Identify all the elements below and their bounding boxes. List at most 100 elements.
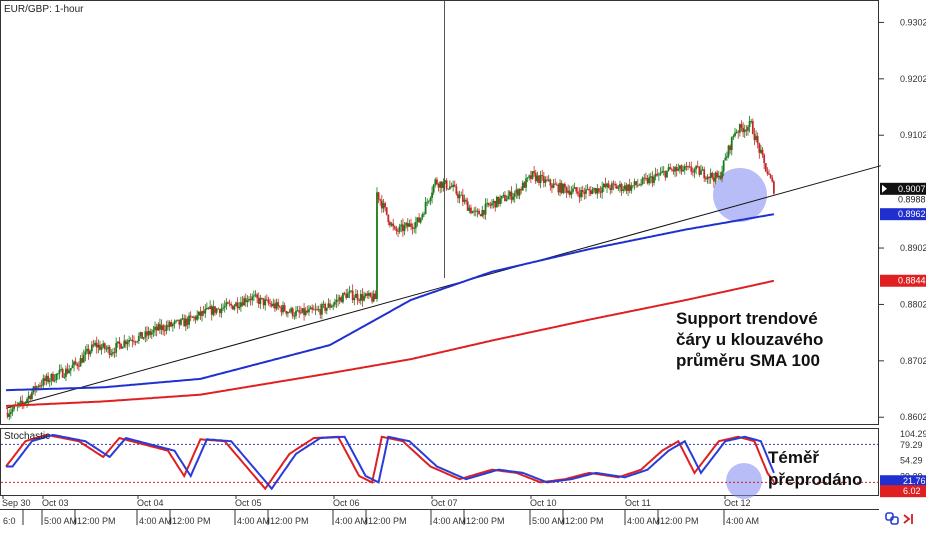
candle-body xyxy=(772,181,775,194)
candle-body xyxy=(345,293,348,298)
candle-body xyxy=(418,217,420,223)
candle-body xyxy=(112,352,114,354)
candle-body xyxy=(204,308,207,314)
time-label: 4:00 AM xyxy=(237,516,270,526)
candle-body xyxy=(189,315,192,317)
candle-body xyxy=(155,326,158,331)
candle-body xyxy=(176,319,179,321)
candle-body xyxy=(47,375,50,382)
candle-body xyxy=(105,348,108,350)
date-label: Oct 05 xyxy=(235,498,262,508)
date-label: Oct 12 xyxy=(724,498,751,508)
candle-body xyxy=(252,295,255,297)
candle-body xyxy=(622,189,625,191)
candle-body xyxy=(201,311,203,316)
candle-body xyxy=(641,177,644,184)
candle-body xyxy=(131,339,134,342)
candle-body xyxy=(768,173,770,175)
candle-body xyxy=(214,306,216,313)
time-label: 5:00 AM xyxy=(532,516,565,526)
candle-body xyxy=(84,351,87,355)
candle-body xyxy=(306,310,309,313)
candle-body xyxy=(766,171,769,174)
candle-body xyxy=(364,293,367,297)
candle-body xyxy=(679,165,681,169)
candle-body xyxy=(508,191,511,196)
candle-body xyxy=(332,304,335,307)
candle-body xyxy=(461,194,464,202)
price-tag-label: 0.8844 xyxy=(898,276,926,286)
candle-body xyxy=(562,183,565,193)
candle-body xyxy=(223,306,226,308)
candle-body xyxy=(691,171,694,173)
candle-body xyxy=(551,185,553,188)
candle-body xyxy=(26,399,28,403)
candle-body xyxy=(771,177,774,182)
sync-icon[interactable] xyxy=(885,512,899,525)
candle-body xyxy=(471,211,474,214)
candle-body xyxy=(173,321,176,325)
time-label: 4:00 AM xyxy=(139,516,172,526)
candle-body xyxy=(452,184,455,187)
candle-body xyxy=(727,145,730,157)
candle-body xyxy=(764,163,767,172)
candle-body xyxy=(274,303,276,309)
candle-body xyxy=(282,305,284,313)
price-tick-label: 0.8702 xyxy=(900,356,926,366)
candle-body xyxy=(215,308,218,313)
time-label: 4:00 AM xyxy=(433,516,466,526)
candle-body xyxy=(299,312,302,314)
candle-body xyxy=(259,297,262,304)
candle-body xyxy=(363,296,365,301)
candle-body xyxy=(761,149,764,155)
candle-body xyxy=(115,343,118,353)
candle-body xyxy=(228,303,231,305)
candle-body xyxy=(110,353,113,355)
candle-body xyxy=(217,308,220,310)
time-label: 12:00 PM xyxy=(270,516,309,526)
candle-body xyxy=(78,365,80,367)
candle-body xyxy=(197,311,200,316)
date-label: Oct 06 xyxy=(333,498,360,508)
candle-body xyxy=(670,169,673,171)
candle-body xyxy=(29,395,32,399)
stochastic-tag-label: 6.02 xyxy=(903,486,921,496)
candle-body xyxy=(416,217,419,222)
candle-body xyxy=(538,175,540,184)
candle-body xyxy=(659,172,662,175)
candle-body xyxy=(656,173,659,176)
candle-body xyxy=(610,183,613,190)
candle-body xyxy=(494,200,497,208)
candle-body xyxy=(53,380,56,382)
candle-body xyxy=(343,293,346,294)
candle-body xyxy=(546,179,548,181)
candle-body xyxy=(325,307,328,311)
candle-body xyxy=(555,184,558,186)
candle-body xyxy=(238,306,241,309)
scroll-to-end-icon[interactable] xyxy=(903,514,913,524)
candle-body xyxy=(27,395,30,400)
candle-body xyxy=(402,224,404,232)
candle-body xyxy=(280,307,283,313)
candle-body xyxy=(102,343,105,348)
candle-body xyxy=(708,176,710,179)
candle-body xyxy=(507,195,510,200)
candle-body xyxy=(319,309,322,315)
candle-body xyxy=(677,168,680,171)
candle-body xyxy=(142,337,145,339)
candle-body xyxy=(265,299,268,301)
candle-body xyxy=(81,358,84,363)
candle-body xyxy=(572,188,574,192)
candle-body xyxy=(623,185,626,190)
candle-body xyxy=(244,298,247,303)
candle-body xyxy=(492,200,495,204)
candle-body xyxy=(716,172,719,178)
candle-body xyxy=(466,201,469,211)
candle-body xyxy=(333,302,336,305)
candle-body xyxy=(542,176,545,183)
candle-body xyxy=(753,133,756,140)
candle-body xyxy=(390,223,393,226)
chart-canvas[interactable]: 0.9302 0.9202 0.9102 0.8902 0.8802 0.8702 0.86… xyxy=(0,0,926,534)
candle-body xyxy=(316,309,318,311)
candle-body xyxy=(687,166,689,168)
